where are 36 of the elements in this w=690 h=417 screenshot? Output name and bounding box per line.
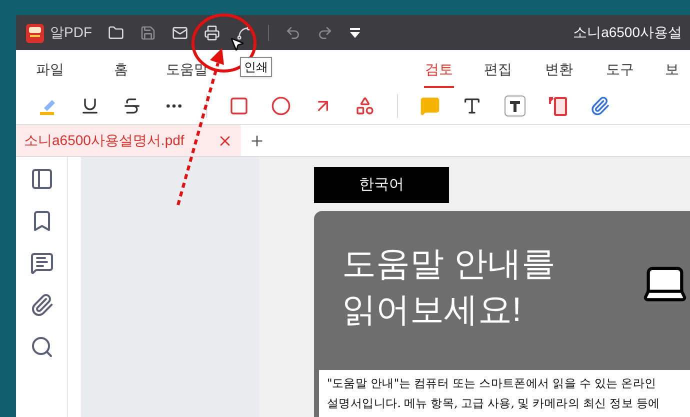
folder-icon[interactable] bbox=[108, 24, 124, 40]
ellipse-icon[interactable] bbox=[271, 96, 291, 116]
menu-tab[interactable]: 변환 bbox=[544, 50, 574, 88]
menu-tab[interactable]: 보 bbox=[664, 50, 680, 88]
heading: 읽어보세요! bbox=[342, 290, 522, 331]
underline-icon[interactable] bbox=[80, 96, 100, 116]
menu-tab[interactable]: 편집 bbox=[483, 50, 513, 88]
attachment-icon[interactable] bbox=[590, 96, 610, 116]
tooltip: 인쇄 bbox=[240, 57, 272, 77]
mail-icon[interactable] bbox=[172, 24, 188, 40]
text-icon[interactable] bbox=[462, 96, 482, 116]
strikethrough-icon[interactable] bbox=[122, 96, 142, 116]
heading: 도움말 안내를 bbox=[342, 244, 556, 285]
app-name: 알PDF bbox=[50, 23, 92, 42]
cursor-icon bbox=[229, 36, 245, 52]
search-icon[interactable] bbox=[30, 335, 54, 359]
paragraph-line: "도움말 안내"는 컴퓨터 또는 스마트폰에서 읽을 수 있는 온라인 bbox=[327, 375, 658, 392]
text-box-icon[interactable] bbox=[504, 95, 526, 117]
menu-tab[interactable]: 홈 bbox=[113, 50, 129, 88]
dropdown-icon[interactable] bbox=[349, 26, 361, 38]
shapes-icon[interactable] bbox=[355, 96, 375, 116]
comment-icon[interactable] bbox=[30, 251, 54, 275]
menu-tab[interactable]: 검토 bbox=[424, 50, 454, 88]
rectangle-icon[interactable] bbox=[229, 96, 249, 116]
panel-icon[interactable] bbox=[30, 167, 54, 191]
new-tab-icon[interactable] bbox=[249, 132, 265, 148]
menu-tab[interactable]: 도구 bbox=[605, 50, 635, 88]
menu-tab[interactable]: 파일 bbox=[35, 50, 65, 88]
language-label: 한국어 bbox=[314, 167, 449, 203]
insert-page-icon[interactable] bbox=[548, 95, 568, 117]
document-title: 소니a6500사용설 bbox=[573, 23, 682, 42]
print-icon[interactable] bbox=[204, 24, 220, 40]
attachment-icon[interactable] bbox=[30, 293, 54, 317]
menu-tab[interactable]: 도움말 bbox=[165, 50, 209, 88]
document-tab[interactable]: 소니a6500사용설명서.pdf bbox=[16, 125, 241, 156]
paragraph-line: 설명서입니다. 메뉴 항목, 고급 사용, 및 카메라의 최신 정보 등에 bbox=[327, 395, 661, 412]
